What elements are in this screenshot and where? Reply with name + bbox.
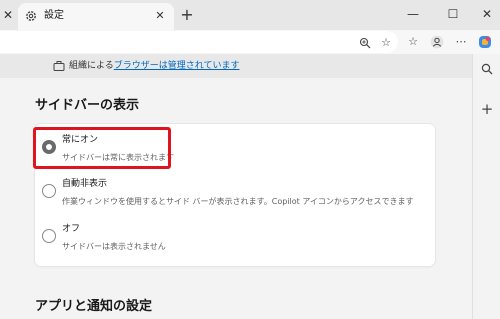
copilot-icon[interactable]	[476, 33, 494, 51]
favorite-star-icon[interactable]: ☆	[377, 34, 395, 52]
managed-notice: 組織によるブラウザーは管理されています	[0, 54, 472, 78]
managed-link[interactable]: ブラウザーは管理されています	[114, 61, 240, 71]
managed-prefix: 組織による	[69, 61, 114, 71]
search-icon[interactable]	[478, 60, 496, 78]
option-off[interactable]: オフ サイドバーは表示されません	[35, 219, 435, 261]
managed-text: 組織によるブラウザーは管理されています	[69, 59, 239, 73]
close-icon[interactable]: ✕	[0, 5, 16, 25]
radio-off[interactable]	[42, 229, 56, 243]
settings-page: 組織によるブラウザーは管理されています サイドバーの表示 常にオン サイドバーは…	[0, 54, 472, 319]
gear-icon	[26, 11, 36, 21]
favorites-icon[interactable]: ☆	[404, 33, 422, 51]
option-description: サイドバーは表示されません	[62, 242, 166, 251]
option-label: オフ	[62, 224, 81, 234]
option-description: 作業ウィンドウを使用するとサイド バーが表示されます。Copilot アイコンか…	[62, 197, 414, 206]
apps-section-title: アプリと通知の設定	[35, 299, 153, 314]
tab-strip: ✕ 設定 ✕ + — ☐ ✕	[0, 0, 500, 30]
address-bar[interactable]: ☆	[0, 31, 398, 53]
add-icon[interactable]: +	[478, 100, 496, 118]
address-bar-row: ☆ ☆ ⋯	[0, 30, 500, 54]
sidebar-section-title: サイドバーの表示	[35, 98, 140, 113]
minimize-icon[interactable]: —	[402, 4, 424, 24]
tab-settings[interactable]: 設定 ✕	[18, 3, 174, 30]
radio-auto-hide[interactable]	[42, 184, 56, 198]
highlight-box	[33, 127, 171, 169]
tab-close-icon[interactable]: ✕	[152, 8, 168, 24]
new-tab-icon[interactable]: +	[178, 6, 196, 24]
maximize-icon[interactable]: ☐	[442, 4, 464, 24]
option-label: 自動非表示	[62, 179, 108, 189]
briefcase-icon	[53, 61, 65, 71]
tab-title: 設定	[44, 10, 64, 21]
more-icon[interactable]: ⋯	[452, 33, 470, 51]
zoom-icon[interactable]	[356, 34, 374, 52]
profile-icon[interactable]	[428, 33, 446, 51]
sidebar: +	[472, 54, 500, 319]
window-close-icon[interactable]: ✕	[476, 4, 498, 24]
option-auto-hide[interactable]: 自動非表示 作業ウィンドウを使用するとサイド バーが表示されます。Copilot…	[35, 174, 435, 216]
